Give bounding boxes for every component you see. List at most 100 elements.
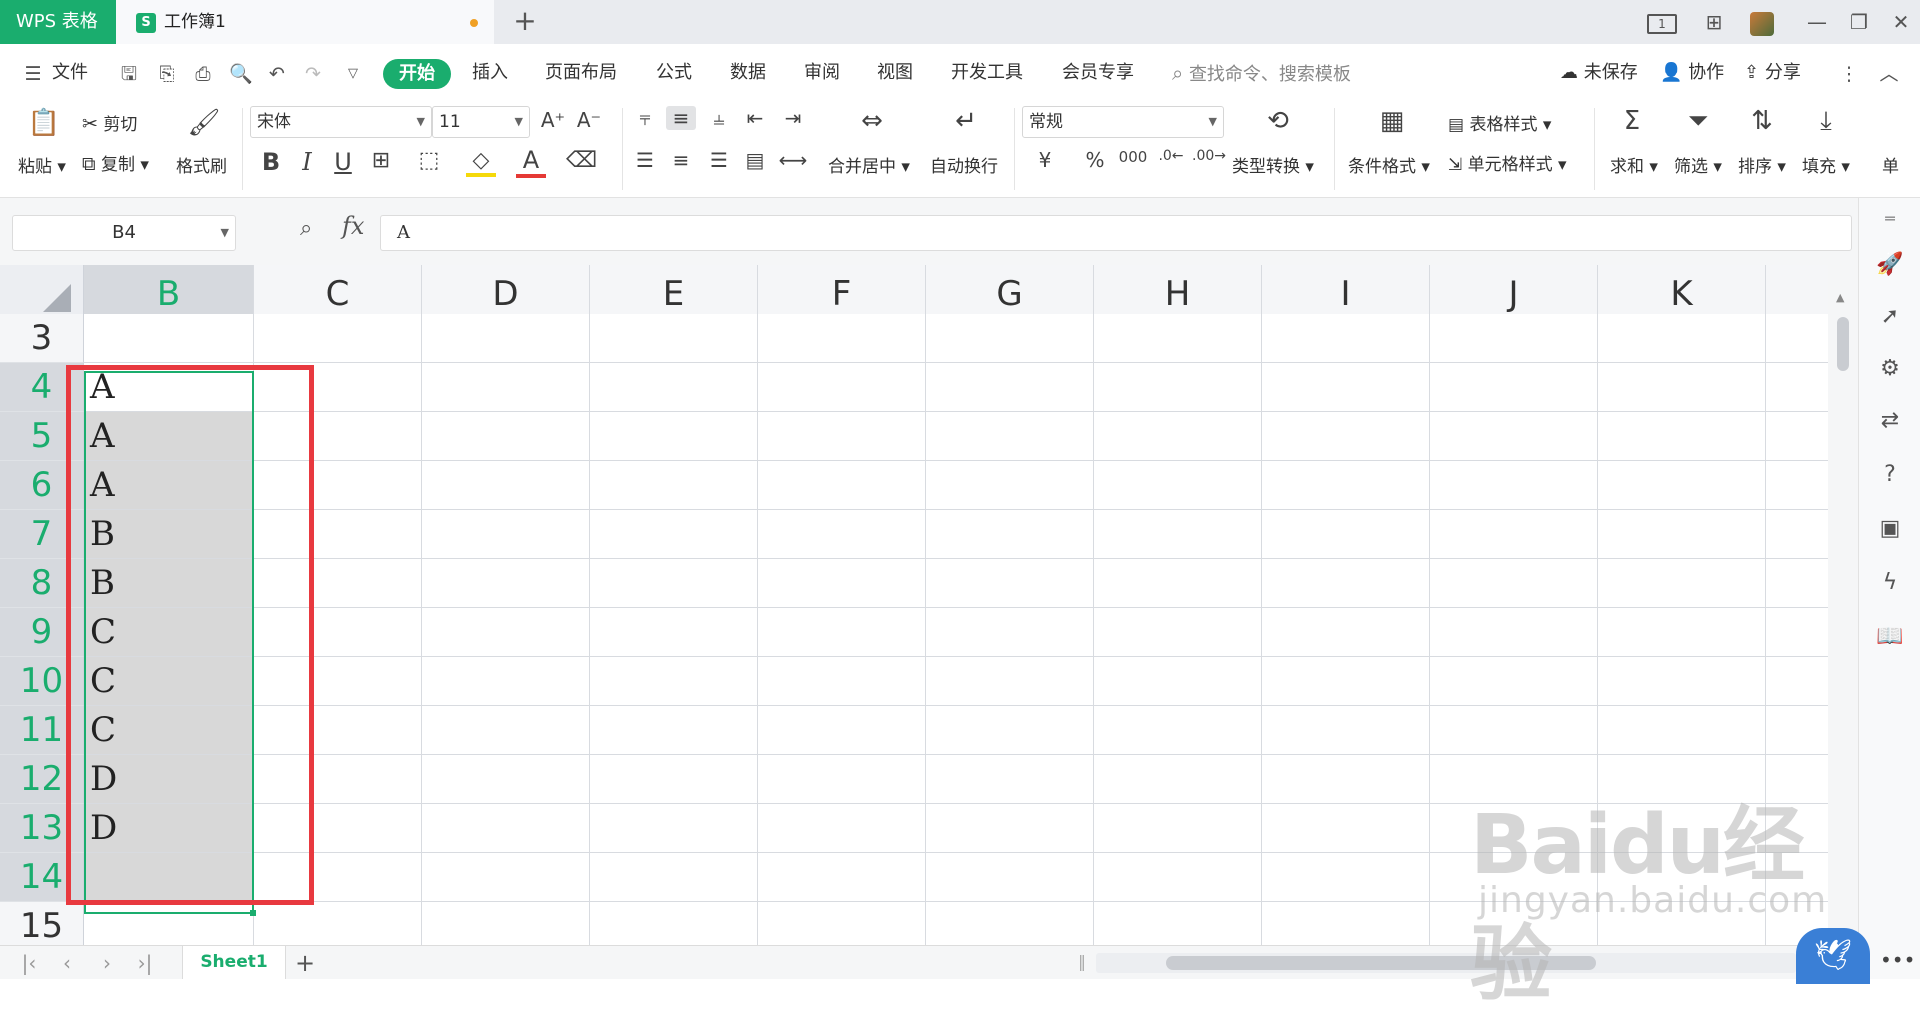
- decrease-font-icon[interactable]: A⁻: [574, 108, 604, 132]
- cell-j5[interactable]: [1430, 412, 1598, 461]
- tab-insert[interactable]: 插入: [472, 44, 508, 102]
- collaborate-button[interactable]: 👤 协作: [1660, 44, 1724, 102]
- conditional-format-icon[interactable]: ▦: [1372, 106, 1412, 136]
- cell-l11[interactable]: [1766, 706, 1828, 755]
- cell-i11[interactable]: [1262, 706, 1430, 755]
- cell-b12[interactable]: D: [84, 755, 254, 804]
- cell-f7[interactable]: [758, 510, 926, 559]
- table-style-button[interactable]: ▤ 表格样式 ▾: [1448, 110, 1551, 135]
- cell-k7[interactable]: [1598, 510, 1766, 559]
- row-header-14[interactable]: 14: [0, 853, 84, 902]
- sort-icon[interactable]: ⇅: [1742, 106, 1782, 136]
- app-tab[interactable]: WPS 表格: [0, 0, 116, 44]
- currency-icon[interactable]: ¥: [1030, 148, 1060, 172]
- new-tab-button[interactable]: +: [510, 0, 540, 44]
- print-icon[interactable]: ⎙: [190, 61, 216, 87]
- command-search[interactable]: ⌕ 查找命令、搜索模板: [1172, 44, 1351, 102]
- first-sheet-icon[interactable]: |‹: [14, 946, 44, 980]
- decrease-indent-icon[interactable]: ⇤: [740, 106, 770, 130]
- cell-i12[interactable]: [1262, 755, 1430, 804]
- cell-j14[interactable]: [1430, 853, 1598, 902]
- row-header-15[interactable]: 15: [0, 902, 84, 945]
- undo-icon[interactable]: ↶: [264, 61, 290, 87]
- italic-icon[interactable]: I: [292, 148, 322, 176]
- cell-h5[interactable]: [1094, 412, 1262, 461]
- cell-c13[interactable]: [254, 804, 422, 853]
- cell-b7[interactable]: B: [84, 510, 254, 559]
- cell-j10[interactable]: [1430, 657, 1598, 706]
- cell-b13[interactable]: D: [84, 804, 254, 853]
- sort-button[interactable]: 排序 ▾: [1738, 152, 1786, 177]
- cell-d14[interactable]: [422, 853, 590, 902]
- cell-f8[interactable]: [758, 559, 926, 608]
- row-header-5[interactable]: 5: [0, 412, 84, 461]
- cell-g14[interactable]: [926, 853, 1094, 902]
- row-header-4[interactable]: 4: [0, 363, 84, 412]
- restore-icon[interactable]: ❐: [1842, 0, 1876, 44]
- cell-k11[interactable]: [1598, 706, 1766, 755]
- row-header-10[interactable]: 10: [0, 657, 84, 706]
- cell-b8[interactable]: B: [84, 559, 254, 608]
- cell-style-button[interactable]: ⇲ 单元格样式 ▾: [1448, 150, 1567, 175]
- font-size-select[interactable]: 11 ▼: [432, 106, 530, 138]
- cell-l5[interactable]: [1766, 412, 1828, 461]
- number-format-select[interactable]: 常规 ▼: [1022, 106, 1224, 138]
- store-icon[interactable]: ▣: [1875, 514, 1905, 544]
- fill-icon[interactable]: ⤓: [1806, 106, 1846, 137]
- row-header-9[interactable]: 9: [0, 608, 84, 657]
- cell-j15[interactable]: [1430, 902, 1598, 945]
- cut-button[interactable]: ✂ 剪切: [82, 110, 137, 135]
- avatar[interactable]: [1746, 0, 1778, 44]
- cell-c3[interactable]: [254, 314, 422, 363]
- cell-b11[interactable]: C: [84, 706, 254, 755]
- copy-button[interactable]: ⧉ 复制 ▾: [82, 150, 149, 175]
- zoom-formula-icon[interactable]: ⌕: [300, 216, 312, 241]
- cell-d9[interactable]: [422, 608, 590, 657]
- conditional-format-button[interactable]: 条件格式 ▾: [1348, 152, 1430, 177]
- cell-g9[interactable]: [926, 608, 1094, 657]
- cell-j8[interactable]: [1430, 559, 1598, 608]
- cell-c12[interactable]: [254, 755, 422, 804]
- cell-b9[interactable]: C: [84, 608, 254, 657]
- horizontal-scrollbar[interactable]: [1096, 953, 1796, 973]
- cell-button[interactable]: 单: [1882, 152, 1899, 177]
- cell-h6[interactable]: [1094, 461, 1262, 510]
- cell-e13[interactable]: [590, 804, 758, 853]
- cell-g8[interactable]: [926, 559, 1094, 608]
- cell-h11[interactable]: [1094, 706, 1262, 755]
- cell-l14[interactable]: [1766, 853, 1828, 902]
- cell-l8[interactable]: [1766, 559, 1828, 608]
- merge-center-icon[interactable]: ⇔: [852, 106, 892, 136]
- cell-d13[interactable]: [422, 804, 590, 853]
- reading-layout-icon[interactable]: 1: [1644, 0, 1680, 44]
- cell-d3[interactable]: [422, 314, 590, 363]
- increase-indent-icon[interactable]: ⇥: [778, 106, 808, 130]
- cell-k10[interactable]: [1598, 657, 1766, 706]
- cell-f3[interactable]: [758, 314, 926, 363]
- row-header-11[interactable]: 11: [0, 706, 84, 755]
- cell-k4[interactable]: [1598, 363, 1766, 412]
- cell-g15[interactable]: [926, 902, 1094, 945]
- filter-icon[interactable]: ⏷: [1678, 106, 1718, 137]
- vertical-scrollbar[interactable]: ▲: [1828, 265, 1858, 945]
- more-options-icon[interactable]: ⋮: [1836, 61, 1862, 87]
- underline-icon[interactable]: U: [328, 148, 358, 176]
- cell-i15[interactable]: [1262, 902, 1430, 945]
- tab-view[interactable]: 视图: [877, 44, 913, 102]
- cell-e14[interactable]: [590, 853, 758, 902]
- formula-input[interactable]: A: [380, 215, 1852, 251]
- cell-d11[interactable]: [422, 706, 590, 755]
- cell-l10[interactable]: [1766, 657, 1828, 706]
- cell-j4[interactable]: [1430, 363, 1598, 412]
- wrap-text-icon[interactable]: ↵: [946, 106, 986, 136]
- cell-j13[interactable]: [1430, 804, 1598, 853]
- cell-h10[interactable]: [1094, 657, 1262, 706]
- wrap-text-button[interactable]: 自动换行: [930, 152, 998, 177]
- cell-h3[interactable]: [1094, 314, 1262, 363]
- cell-f11[interactable]: [758, 706, 926, 755]
- cell-b4[interactable]: A: [84, 363, 254, 412]
- grid-view-icon[interactable]: ⊞: [1696, 0, 1732, 44]
- cell-i5[interactable]: [1262, 412, 1430, 461]
- cell-j11[interactable]: [1430, 706, 1598, 755]
- cell-i8[interactable]: [1262, 559, 1430, 608]
